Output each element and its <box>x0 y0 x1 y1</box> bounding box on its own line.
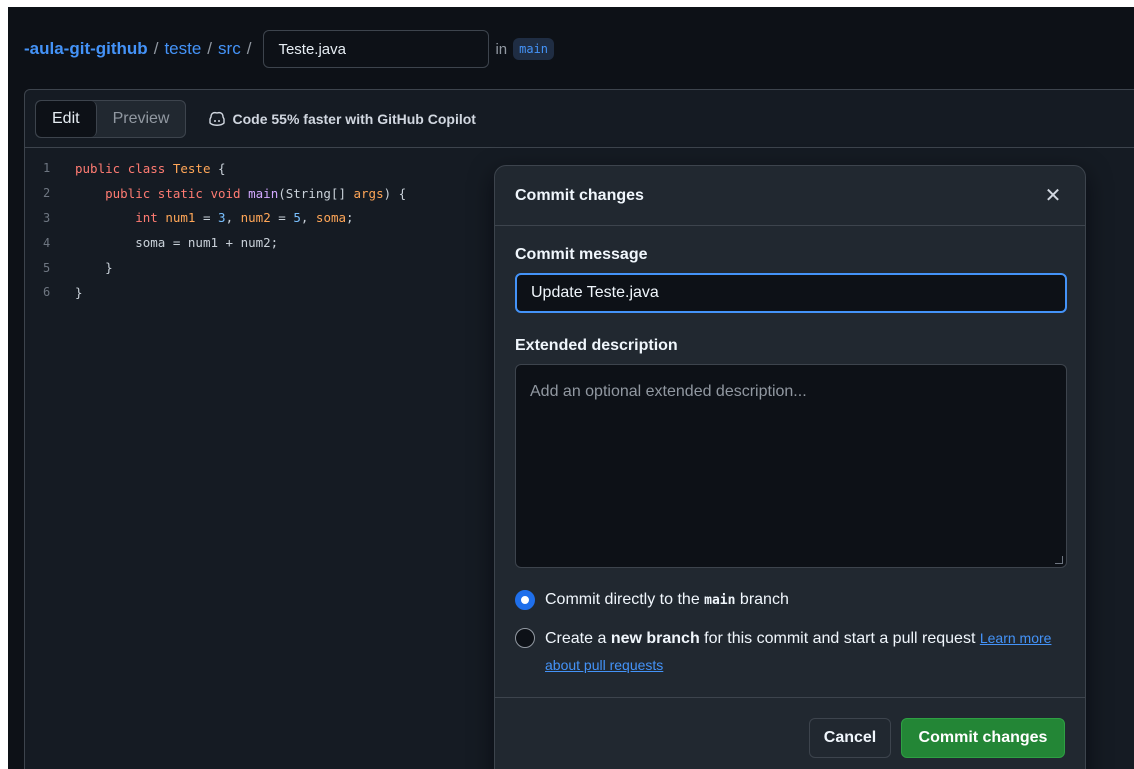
branch-badge: main <box>513 38 555 60</box>
breadcrumb: -aula-git-github / teste / src / Teste.j… <box>24 29 555 69</box>
dialog-footer: Cancel Commit changes <box>495 697 1085 769</box>
copilot-promo[interactable]: Code 55% faster with GitHub Copilot <box>208 110 476 127</box>
line-number: 2 <box>43 186 51 201</box>
branch-name-inline: main <box>704 593 736 608</box>
in-label: in <box>495 40 508 58</box>
option-commit-direct[interactable]: Commit directly to the main branch <box>515 590 1065 614</box>
tab-edit[interactable]: Edit <box>36 100 97 137</box>
line-number: 4 <box>43 235 51 250</box>
code-line: 3 int num1 = 3, num2 = 5, soma; <box>25 206 495 231</box>
option-direct-text: Commit directly to the main branch <box>545 591 789 608</box>
editor-toolbar: Edit Preview Code 55% faster with GitHub… <box>25 90 1134 148</box>
breadcrumb-separator: / <box>246 39 252 58</box>
option-new-branch[interactable]: Create a new branch for this commit and … <box>515 628 1065 679</box>
code-line: 6 } <box>25 280 495 305</box>
close-icon[interactable]: ✕ <box>1041 183 1065 208</box>
app-window: -aula-git-github / teste / src / Teste.j… <box>8 7 1134 769</box>
code-line: 1 public class Teste { <box>25 156 495 181</box>
resize-grip-icon[interactable] <box>1055 556 1063 564</box>
radio-selected-icon[interactable] <box>515 590 535 610</box>
copilot-icon <box>209 111 226 126</box>
cancel-button[interactable]: Cancel <box>809 718 891 758</box>
copilot-text: Code 55% faster with GitHub Copilot <box>232 110 476 127</box>
line-number: 6 <box>43 285 51 300</box>
dialog-title: Commit changes <box>515 186 644 204</box>
commit-message-label: Commit message <box>515 246 648 263</box>
dialog-header: Commit changes ✕ <box>495 166 1085 226</box>
radio-unselected-icon[interactable] <box>515 628 535 648</box>
commit-dialog: Commit changes ✕ Commit message Update T… <box>494 165 1086 769</box>
code-area[interactable]: 1 public class Teste { 2 public static v… <box>25 148 495 305</box>
breadcrumb-separator: / <box>207 39 213 58</box>
breadcrumb-repo-link[interactable]: -aula-git-github <box>24 39 148 59</box>
commit-changes-button[interactable]: Commit changes <box>901 718 1065 758</box>
line-number: 5 <box>43 260 51 275</box>
filename-input[interactable]: Teste.java <box>263 30 490 68</box>
extended-description-textarea[interactable]: Add an optional extended description... <box>515 364 1067 568</box>
breadcrumb-folder-teste[interactable]: teste <box>164 39 201 59</box>
code-line: 2 public static void main(String[] args)… <box>25 181 495 206</box>
code-line: 5 } <box>25 255 495 280</box>
dialog-body: Commit message Update Teste.java Extende… <box>495 226 1085 679</box>
edit-preview-tabs: Edit Preview <box>35 99 187 138</box>
line-number: 3 <box>43 210 51 225</box>
code-line: 4 soma = num1 + num2; <box>25 230 495 255</box>
option-new-text: Create a new branch for this commit and … <box>545 630 1052 673</box>
breadcrumb-separator: / <box>153 39 159 58</box>
line-number: 1 <box>43 161 51 176</box>
commit-message-input[interactable]: Update Teste.java <box>515 273 1067 313</box>
breadcrumb-folder-src[interactable]: src <box>218 39 241 59</box>
tab-preview[interactable]: Preview <box>97 101 186 137</box>
extended-description-label: Extended description <box>515 337 678 354</box>
description-placeholder: Add an optional extended description... <box>530 383 807 400</box>
